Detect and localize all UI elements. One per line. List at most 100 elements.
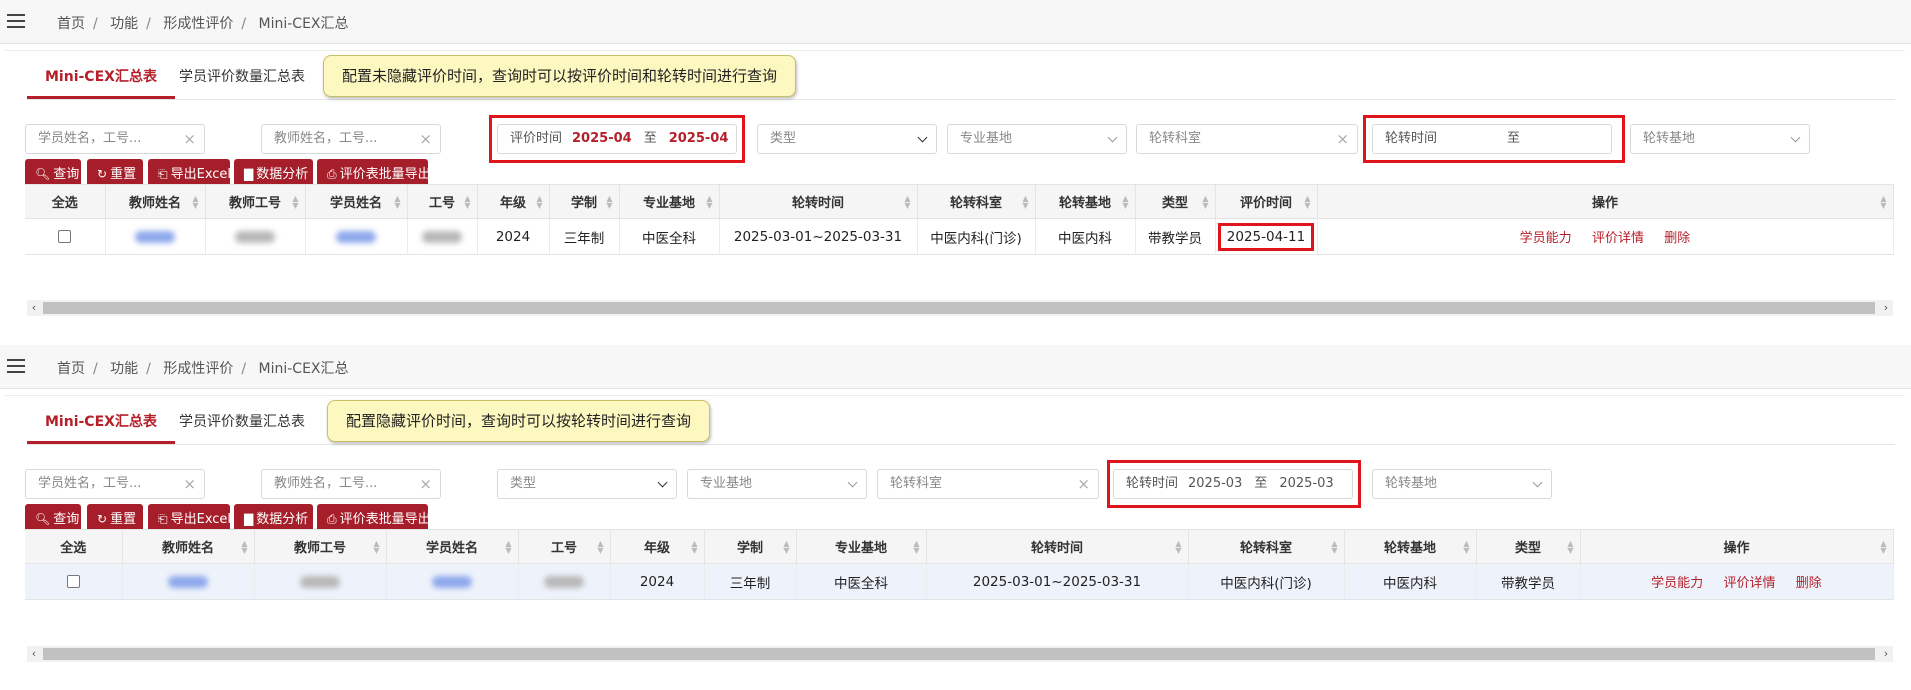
clear-icon[interactable]: × (419, 125, 432, 153)
scrollbar-thumb[interactable] (43, 302, 1875, 314)
sort-icon[interactable]: ▲ ▼ (373, 540, 379, 555)
tab-mini-cex-summary[interactable]: Mini-CEX汇总表 (27, 59, 175, 99)
col-header[interactable]: 操作 ▲ ▼ (1580, 529, 1894, 564)
rotation-base-select[interactable]: 轮转基地 (1630, 124, 1810, 154)
sort-icon[interactable]: ▲ ▼ (241, 540, 247, 555)
base-select[interactable]: 专业基地 (687, 469, 867, 499)
sort-icon[interactable]: ▲ ▼ (1202, 195, 1208, 210)
col-header[interactable]: 工号 ▲ ▼ (407, 184, 478, 219)
col-header[interactable]: 教师姓名 ▲ ▼ (105, 184, 206, 219)
col-header[interactable]: 教师工号 ▲ ▼ (254, 529, 387, 564)
sort-icon[interactable]: ▲ ▼ (606, 195, 612, 210)
sort-icon[interactable]: ▲ ▼ (706, 195, 712, 210)
breadcrumb-formative[interactable]: 形成性评价 (163, 16, 233, 32)
col-header[interactable]: 工号 ▲ ▼ (518, 529, 611, 564)
sort-icon[interactable]: ▲ ▼ (691, 540, 697, 555)
sort-icon[interactable]: ▲ ▼ (1175, 540, 1181, 555)
horizontal-scrollbar[interactable]: ‹ › (27, 300, 1893, 316)
table-row[interactable]: 2024 三年制 中医全科 2025-03-01~2025-03-31 中医内科… (25, 218, 1894, 255)
scrollbar-thumb[interactable] (43, 648, 1875, 660)
col-header[interactable]: 评价时间 ▲ ▼ (1215, 184, 1318, 219)
sort-icon[interactable]: ▲ ▼ (1304, 195, 1310, 210)
teacher-search-input[interactable]: 教师姓名，工号... × (261, 469, 441, 499)
row-checkbox[interactable] (58, 230, 72, 243)
breadcrumb-function[interactable]: 功能 (110, 361, 138, 377)
dept-search-input[interactable]: 轮转科室 × (877, 469, 1099, 499)
breadcrumb-function[interactable]: 功能 (110, 16, 138, 32)
col-header[interactable]: 轮转基地 ▲ ▼ (1344, 529, 1477, 564)
sort-icon[interactable]: ▲ ▼ (1122, 195, 1128, 210)
breadcrumb-formative[interactable]: 形成性评价 (163, 361, 233, 377)
sort-icon[interactable]: ▲ ▼ (292, 195, 298, 210)
col-header[interactable]: 操作 ▲ ▼ (1317, 184, 1894, 219)
col-header[interactable]: 全选 (25, 184, 106, 219)
col-header[interactable]: 学制 ▲ ▼ (704, 529, 797, 564)
sort-icon[interactable]: ▲ ▼ (1880, 195, 1886, 210)
student-ability-link[interactable]: 学员能力 (1520, 231, 1572, 246)
sort-icon[interactable]: ▲ ▼ (1567, 540, 1573, 555)
clear-icon[interactable]: × (419, 470, 432, 498)
type-select[interactable]: 类型 (497, 469, 677, 499)
sort-icon[interactable]: ▲ ▼ (192, 195, 198, 210)
tab-mini-cex-summary[interactable]: Mini-CEX汇总表 (27, 404, 175, 444)
sort-icon[interactable]: ▲ ▼ (1022, 195, 1028, 210)
sort-icon[interactable]: ▲ ▼ (1880, 540, 1886, 555)
col-header[interactable]: 教师工号 ▲ ▼ (205, 184, 306, 219)
col-header[interactable]: 类型 ▲ ▼ (1135, 184, 1216, 219)
tab-student-eval-count[interactable]: 学员评价数量汇总表 (169, 404, 315, 444)
col-header[interactable]: 全选 (25, 529, 123, 564)
scroll-right-icon[interactable]: › (1879, 646, 1893, 662)
clear-icon[interactable]: × (1077, 470, 1090, 498)
menu-icon[interactable] (7, 359, 25, 373)
delete-link[interactable]: 删除 (1796, 576, 1822, 591)
dept-search-input[interactable]: 轮转科室 × (1136, 124, 1358, 154)
col-header[interactable]: 教师姓名 ▲ ▼ (122, 529, 255, 564)
sort-icon[interactable]: ▲ ▼ (1331, 540, 1337, 555)
col-header[interactable]: 轮转科室 ▲ ▼ (917, 184, 1036, 219)
clear-icon[interactable]: × (1336, 125, 1349, 153)
sort-icon[interactable]: ▲ ▼ (536, 195, 542, 210)
rotation-base-select[interactable]: 轮转基地 (1372, 469, 1552, 499)
row-checkbox[interactable] (66, 575, 80, 588)
sort-icon[interactable]: ▲ ▼ (394, 195, 400, 210)
menu-icon[interactable] (7, 14, 25, 28)
student-search-input[interactable]: 学员姓名，工号... × (25, 124, 205, 154)
tab-student-eval-count[interactable]: 学员评价数量汇总表 (169, 59, 315, 99)
clear-icon[interactable]: × (183, 125, 196, 153)
student-search-input[interactable]: 学员姓名，工号... × (25, 469, 205, 499)
eval-detail-link[interactable]: 评价详情 (1592, 231, 1644, 246)
col-header[interactable]: 轮转时间 ▲ ▼ (719, 184, 918, 219)
col-header[interactable]: 轮转科室 ▲ ▼ (1188, 529, 1345, 564)
scroll-left-icon[interactable]: ‹ (27, 646, 41, 662)
col-header[interactable]: 学员姓名 ▲ ▼ (386, 529, 519, 564)
col-header[interactable]: 学员姓名 ▲ ▼ (305, 184, 408, 219)
breadcrumb-home[interactable]: 首页 (57, 16, 85, 32)
table-row[interactable]: 2024 三年制 中医全科 2025-03-01~2025-03-31 中医内科… (25, 563, 1894, 600)
col-header[interactable]: 轮转时间 ▲ ▼ (926, 529, 1189, 564)
sort-icon[interactable]: ▲ ▼ (464, 195, 470, 210)
col-header[interactable]: 类型 ▲ ▼ (1476, 529, 1581, 564)
sort-icon[interactable]: ▲ ▼ (1463, 540, 1469, 555)
sort-icon[interactable]: ▲ ▼ (505, 540, 511, 555)
col-header[interactable]: 学制 ▲ ▼ (549, 184, 620, 219)
clear-icon[interactable]: × (183, 470, 196, 498)
col-header[interactable]: 专业基地 ▲ ▼ (796, 529, 927, 564)
student-ability-link[interactable]: 学员能力 (1651, 576, 1703, 591)
sort-icon[interactable]: ▲ ▼ (597, 540, 603, 555)
sort-icon[interactable]: ▲ ▼ (904, 195, 910, 210)
col-header[interactable]: 轮转基地 ▲ ▼ (1035, 184, 1136, 219)
col-header[interactable]: 年级 ▲ ▼ (477, 184, 550, 219)
scroll-left-icon[interactable]: ‹ (27, 300, 41, 316)
sort-icon[interactable]: ▲ ▼ (783, 540, 789, 555)
breadcrumb-home[interactable]: 首页 (57, 361, 85, 377)
scroll-right-icon[interactable]: › (1879, 300, 1893, 316)
type-select[interactable]: 类型 (757, 124, 937, 154)
teacher-search-input[interactable]: 教师姓名，工号... × (261, 124, 441, 154)
col-header[interactable]: 年级 ▲ ▼ (610, 529, 705, 564)
delete-link[interactable]: 删除 (1664, 231, 1690, 246)
eval-detail-link[interactable]: 评价详情 (1723, 576, 1775, 591)
horizontal-scrollbar[interactable]: ‹ › (27, 646, 1893, 662)
col-header[interactable]: 专业基地 ▲ ▼ (619, 184, 720, 219)
sort-icon[interactable]: ▲ ▼ (913, 540, 919, 555)
base-select[interactable]: 专业基地 (947, 124, 1127, 154)
